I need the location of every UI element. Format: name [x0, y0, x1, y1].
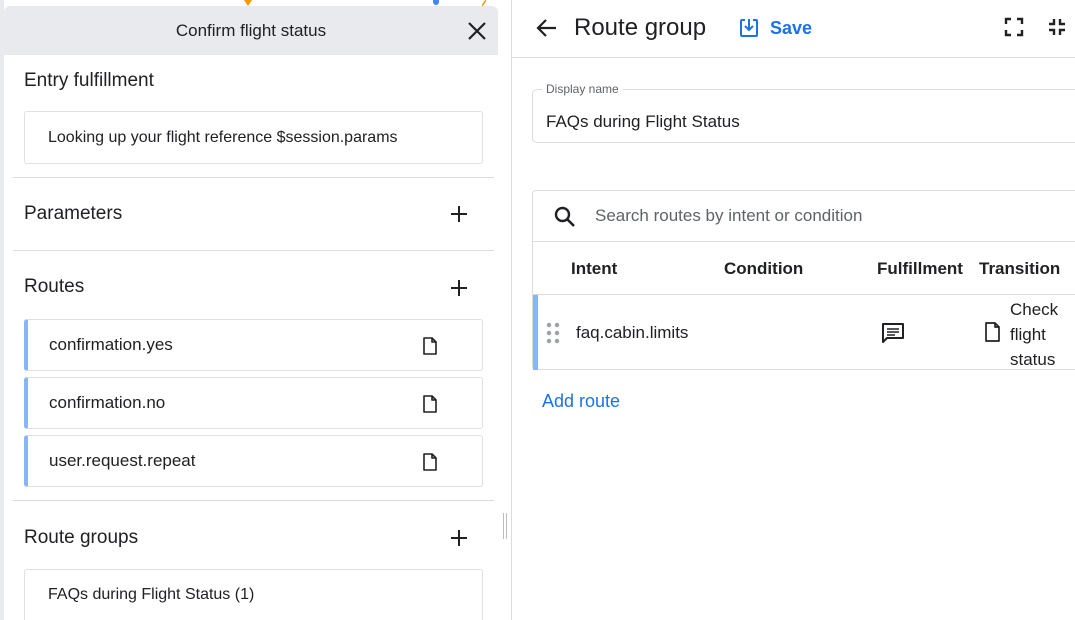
fullscreen-exit-icon	[1049, 19, 1065, 35]
plus-icon	[451, 206, 467, 222]
route-item-label: confirmation.no	[49, 393, 166, 412]
document-icon	[423, 395, 437, 413]
entry-fulfillment-label: Entry fulfillment	[24, 70, 154, 91]
display-name-field[interactable]: Display name FAQs during Flight Status	[532, 82, 1075, 143]
page-editor-panel: Confirm flight status Entry fulfillment …	[0, 0, 500, 620]
add-route-link[interactable]: Add route	[542, 391, 620, 412]
route-item[interactable]: confirmation.yes	[24, 319, 483, 371]
column-header-intent[interactable]: Intent	[571, 259, 617, 279]
entry-fulfillment-card[interactable]: Looking up your flight reference $sessio…	[24, 111, 483, 164]
route-group-item-label: FAQs during Flight Status (1)	[48, 586, 255, 603]
route-group-panel: Route group Save Display name FAQs durin…	[512, 0, 1075, 620]
fullscreen-button[interactable]	[1004, 17, 1024, 37]
save-download-icon	[740, 19, 758, 37]
column-header-condition[interactable]: Condition	[724, 259, 803, 279]
routes-label: Routes	[24, 276, 85, 297]
back-button[interactable]	[535, 16, 559, 40]
route-group-item[interactable]: FAQs during Flight Status (1)	[24, 569, 483, 620]
panel-header: Confirm flight status	[4, 6, 498, 55]
panel-title: Route group	[574, 14, 707, 41]
column-header-transition[interactable]: Transition	[979, 259, 1060, 279]
route-item-label: user.request.repeat	[49, 451, 196, 470]
header-divider	[512, 57, 1075, 58]
panel-title: Confirm flight status	[175, 21, 327, 40]
parameters-label: Parameters	[24, 203, 123, 224]
graph-edge-marker	[482, 0, 486, 6]
panel-resize-handle[interactable]	[503, 513, 507, 539]
document-icon	[423, 453, 437, 471]
close-icon	[468, 22, 486, 40]
entry-fulfillment-text: Looking up your flight reference $sessio…	[48, 129, 398, 146]
save-button[interactable]: Save	[739, 16, 812, 40]
plus-icon	[451, 280, 467, 296]
section-divider	[13, 500, 494, 501]
route-search-input[interactable]	[595, 203, 1015, 229]
document-icon	[423, 337, 437, 355]
message-icon[interactable]	[880, 321, 906, 345]
route-item[interactable]: user.request.repeat	[24, 435, 483, 487]
row-transition[interactable]: Check flight status	[1010, 297, 1075, 372]
display-name-label: Display name	[542, 82, 623, 96]
section-divider	[13, 177, 494, 178]
document-icon	[985, 322, 1000, 342]
add-route-button[interactable]	[447, 276, 471, 300]
add-parameter-button[interactable]	[447, 202, 471, 226]
exit-fullscreen-button[interactable]	[1047, 17, 1067, 37]
table-header: Intent Condition Fulfillment Transition	[533, 243, 1075, 295]
row-intent: faq.cabin.limits	[576, 323, 689, 342]
add-route-group-button[interactable]	[447, 526, 471, 550]
route-item-label: confirmation.yes	[49, 335, 173, 354]
column-header-fulfillment[interactable]: Fulfillment	[877, 259, 963, 279]
plus-icon	[451, 530, 467, 546]
drag-handle-icon[interactable]	[546, 322, 560, 344]
display-name-value[interactable]: FAQs during Flight Status	[546, 112, 740, 132]
graph-edge-marker	[244, 0, 252, 6]
routes-table: Intent Condition Fulfillment Transition …	[532, 190, 1075, 370]
fullscreen-icon	[1004, 17, 1024, 37]
arrow-back-icon	[536, 19, 556, 37]
graph-edge-marker	[433, 0, 439, 5]
save-label: Save	[770, 17, 813, 38]
route-search-bar	[533, 191, 1075, 242]
section-divider	[13, 250, 494, 251]
route-groups-label: Route groups	[24, 527, 139, 548]
search-icon	[554, 206, 575, 227]
close-button[interactable]	[466, 20, 488, 42]
route-item[interactable]: confirmation.no	[24, 377, 483, 429]
table-row[interactable]: faq.cabin.limits Check flight status	[533, 295, 1075, 370]
